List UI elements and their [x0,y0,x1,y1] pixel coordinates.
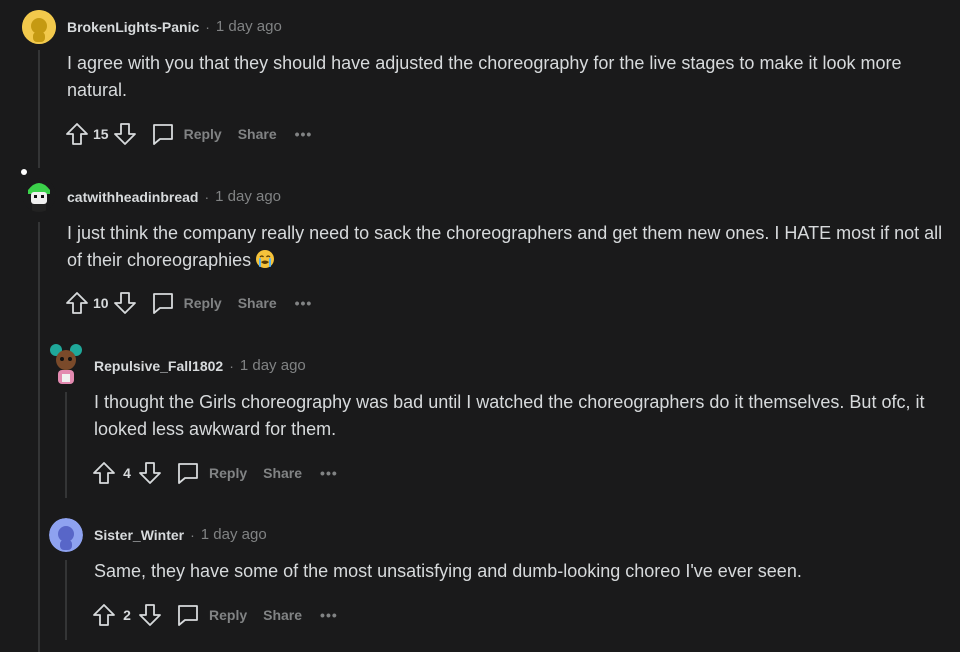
vote-score: 4 [123,465,131,481]
reply-button[interactable]: Reply [175,602,247,628]
more-options-icon[interactable]: ••• [320,465,338,481]
upvote-icon[interactable] [89,458,119,488]
more-options-icon[interactable]: ••• [320,607,338,623]
comment-icon [152,124,173,145]
comment-timestamp[interactable]: 1 day ago [215,188,281,205]
vote-score: 15 [93,126,109,142]
downvote-icon[interactable] [110,288,140,318]
avatar[interactable] [48,344,82,384]
share-button[interactable]: Share [263,465,302,481]
thread-line [38,50,40,168]
reply-label: Reply [209,607,248,623]
comment-author[interactable]: BrokenLights-Panic [67,19,199,35]
comment-body: Same, they have some of the most unsatis… [94,561,802,581]
comment-body: I agree with you that they should have a… [67,53,902,100]
avatar[interactable] [49,518,83,552]
comment-icon [152,293,173,314]
reply-button[interactable]: Reply [150,290,222,316]
avatar[interactable] [22,10,56,44]
comment-icon [178,605,198,626]
thread-line [65,560,67,640]
thread-line [38,222,40,652]
thread-line [65,392,67,498]
comment-body: I just think the company really need to … [67,220,947,277]
comment-icon [178,463,198,484]
vote-score: 2 [123,607,131,623]
downvote-icon[interactable] [135,458,165,488]
meta-separator: · [229,357,234,374]
share-button[interactable]: Share [263,607,302,623]
reply-button[interactable]: Reply [175,460,247,486]
comment-timestamp[interactable]: 1 day ago [216,18,282,35]
share-button[interactable]: Share [238,126,277,142]
comment-body: I thought the Girls choreography was bad… [94,392,925,439]
comment-timestamp[interactable]: 1 day ago [240,357,306,374]
comment-body-text: I just think the company really need to … [67,223,943,270]
comment-author[interactable]: Sister_Winter [94,527,184,543]
reply-label: Reply [183,295,222,311]
meta-separator: · [204,188,210,205]
sparkle-icon [21,169,27,175]
comment-timestamp[interactable]: 1 day ago [201,526,267,543]
more-options-icon[interactable]: ••• [295,126,313,142]
vote-score: 10 [93,295,109,311]
comment-author[interactable]: Repulsive_Fall1802 [94,358,223,374]
meta-separator: · [190,526,195,543]
reply-label: Reply [183,126,222,142]
reply-label: Reply [209,465,248,481]
loudly-crying-face-icon [255,249,275,277]
comment-author[interactable]: catwithheadinbread [67,189,198,205]
upvote-icon[interactable] [62,119,92,149]
more-options-icon[interactable]: ••• [295,295,313,311]
avatar[interactable] [22,178,56,212]
share-button[interactable]: Share [238,295,277,311]
downvote-icon[interactable] [110,119,140,149]
meta-separator: · [205,18,210,35]
upvote-icon[interactable] [89,600,119,630]
upvote-icon[interactable] [62,288,92,318]
downvote-icon[interactable] [135,600,165,630]
reply-button[interactable]: Reply [150,121,222,147]
